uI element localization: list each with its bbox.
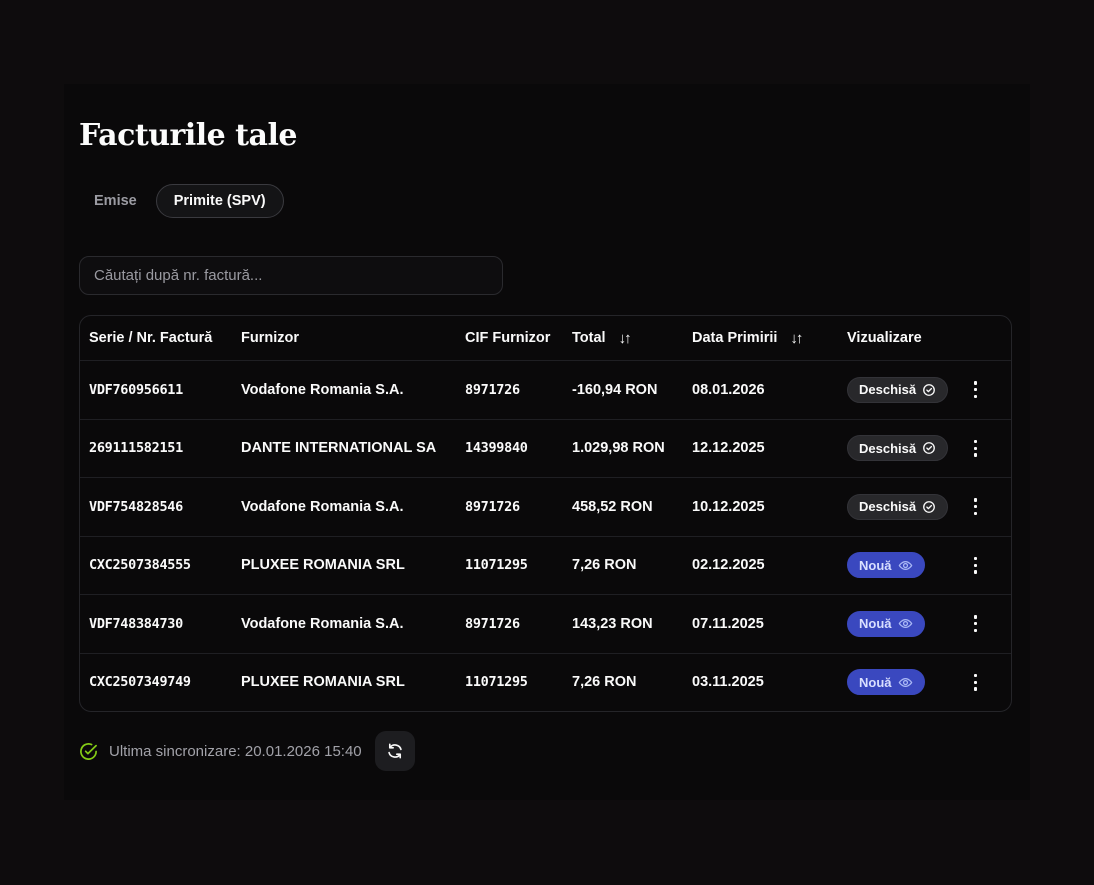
cell-cif: 14399840 bbox=[465, 440, 572, 456]
column-header-serie: Serie / Nr. Factură bbox=[89, 330, 241, 346]
column-header-cif: CIF Furnizor bbox=[465, 330, 572, 346]
table-row[interactable]: VDF760956611 Vodafone Romania S.A. 89717… bbox=[80, 360, 1011, 419]
cell-serie: CXC2507384555 bbox=[89, 557, 241, 573]
search-input[interactable] bbox=[79, 256, 503, 295]
status-badge-label: Deschisă bbox=[859, 382, 916, 397]
status-badge[interactable]: Deschisă bbox=[847, 494, 948, 520]
status-badge[interactable]: Deschisă bbox=[847, 435, 948, 461]
column-header-furnizor: Furnizor bbox=[241, 330, 465, 346]
cell-furnizor: Vodafone Romania S.A. bbox=[241, 499, 465, 515]
status-badge[interactable]: Nouă bbox=[847, 669, 925, 695]
check-circle-icon bbox=[922, 441, 936, 455]
cell-vizualizare: Deschisă bbox=[847, 375, 1011, 404]
sort-icon-data-primirii[interactable]: ↓↑ bbox=[790, 330, 803, 347]
row-menu-button[interactable] bbox=[968, 609, 983, 638]
column-header-data-primirii: Data Primirii ↓↑ bbox=[692, 330, 847, 347]
cell-serie: VDF760956611 bbox=[89, 382, 241, 398]
cell-vizualizare: Nouă bbox=[847, 609, 1011, 638]
row-menu-button[interactable] bbox=[968, 551, 983, 580]
table-row[interactable]: CXC2507384555 PLUXEE ROMANIA SRL 1107129… bbox=[80, 536, 1011, 595]
cell-furnizor: Vodafone Romania S.A. bbox=[241, 382, 465, 398]
cell-cif: 8971726 bbox=[465, 616, 572, 632]
row-menu-button[interactable] bbox=[968, 375, 983, 404]
refresh-icon bbox=[386, 742, 404, 760]
sync-status-text: Ultima sincronizare: 20.01.2026 15:40 bbox=[109, 743, 362, 760]
cell-data-primirii: 03.11.2025 bbox=[692, 674, 847, 690]
page-title: Facturile tale bbox=[79, 118, 1030, 153]
cell-total: -160,94 RON bbox=[572, 382, 692, 398]
cell-data-primirii: 07.11.2025 bbox=[692, 616, 847, 632]
cell-total: 1.029,98 RON bbox=[572, 440, 692, 456]
status-badge[interactable]: Nouă bbox=[847, 611, 925, 637]
table-header-row: Serie / Nr. Factură Furnizor CIF Furnizo… bbox=[80, 316, 1011, 360]
cell-vizualizare: Deschisă bbox=[847, 492, 1011, 521]
invoices-panel: Facturile tale Emise Primite (SPV) Serie… bbox=[64, 84, 1030, 800]
cell-serie: VDF754828546 bbox=[89, 499, 241, 515]
cell-cif: 11071295 bbox=[465, 674, 572, 690]
tab-primite-spv[interactable]: Primite (SPV) bbox=[156, 184, 284, 218]
cell-serie: CXC2507349749 bbox=[89, 674, 241, 690]
table-row[interactable]: VDF748384730 Vodafone Romania S.A. 89717… bbox=[80, 594, 1011, 653]
row-menu-button[interactable] bbox=[968, 434, 983, 463]
cell-furnizor: Vodafone Romania S.A. bbox=[241, 616, 465, 632]
status-badge-label: Nouă bbox=[859, 558, 892, 573]
cell-cif: 11071295 bbox=[465, 557, 572, 573]
sync-check-icon bbox=[79, 742, 98, 761]
cell-vizualizare: Deschisă bbox=[847, 434, 1011, 463]
tab-bar: Emise Primite (SPV) bbox=[79, 184, 1030, 218]
cell-cif: 8971726 bbox=[465, 382, 572, 398]
row-menu-button[interactable] bbox=[968, 492, 983, 521]
table-body: VDF760956611 Vodafone Romania S.A. 89717… bbox=[80, 360, 1011, 711]
cell-data-primirii: 10.12.2025 bbox=[692, 499, 847, 515]
status-badge-label: Nouă bbox=[859, 616, 892, 631]
cell-total: 143,23 RON bbox=[572, 616, 692, 632]
eye-icon bbox=[898, 616, 913, 631]
eye-icon bbox=[898, 675, 913, 690]
cell-vizualizare: Nouă bbox=[847, 668, 1011, 697]
cell-cif: 8971726 bbox=[465, 499, 572, 515]
table-row[interactable]: VDF754828546 Vodafone Romania S.A. 89717… bbox=[80, 477, 1011, 536]
check-circle-icon bbox=[922, 383, 936, 397]
cell-furnizor: PLUXEE ROMANIA SRL bbox=[241, 674, 465, 690]
cell-furnizor: DANTE INTERNATIONAL SA bbox=[241, 440, 465, 456]
cell-serie: VDF748384730 bbox=[89, 616, 241, 632]
cell-serie: 269111582151 bbox=[89, 440, 241, 456]
column-header-vizualizare: Vizualizare bbox=[847, 330, 1011, 346]
search-wrap bbox=[79, 256, 1030, 295]
row-menu-button[interactable] bbox=[968, 668, 983, 697]
cell-total: 7,26 RON bbox=[572, 674, 692, 690]
invoice-table: Serie / Nr. Factură Furnizor CIF Furnizo… bbox=[79, 315, 1012, 712]
status-badge-label: Deschisă bbox=[859, 499, 916, 514]
table-row[interactable]: 269111582151 DANTE INTERNATIONAL SA 1439… bbox=[80, 419, 1011, 478]
cell-total: 458,52 RON bbox=[572, 499, 692, 515]
status-badge-label: Nouă bbox=[859, 675, 892, 690]
tab-emise[interactable]: Emise bbox=[79, 184, 152, 218]
status-badge[interactable]: Nouă bbox=[847, 552, 925, 578]
table-row[interactable]: CXC2507349749 PLUXEE ROMANIA SRL 1107129… bbox=[80, 653, 1011, 712]
cell-vizualizare: Nouă bbox=[847, 551, 1011, 580]
sync-status-bar: Ultima sincronizare: 20.01.2026 15:40 bbox=[79, 731, 1030, 771]
cell-data-primirii: 12.12.2025 bbox=[692, 440, 847, 456]
sort-icon-total[interactable]: ↓↑ bbox=[619, 330, 632, 347]
eye-icon bbox=[898, 558, 913, 573]
cell-data-primirii: 02.12.2025 bbox=[692, 557, 847, 573]
cell-total: 7,26 RON bbox=[572, 557, 692, 573]
check-circle-icon bbox=[922, 500, 936, 514]
status-badge-label: Deschisă bbox=[859, 441, 916, 456]
column-header-total: Total ↓↑ bbox=[572, 330, 692, 347]
cell-data-primirii: 08.01.2026 bbox=[692, 382, 847, 398]
refresh-button[interactable] bbox=[375, 731, 415, 771]
status-badge[interactable]: Deschisă bbox=[847, 377, 948, 403]
cell-furnizor: PLUXEE ROMANIA SRL bbox=[241, 557, 465, 573]
